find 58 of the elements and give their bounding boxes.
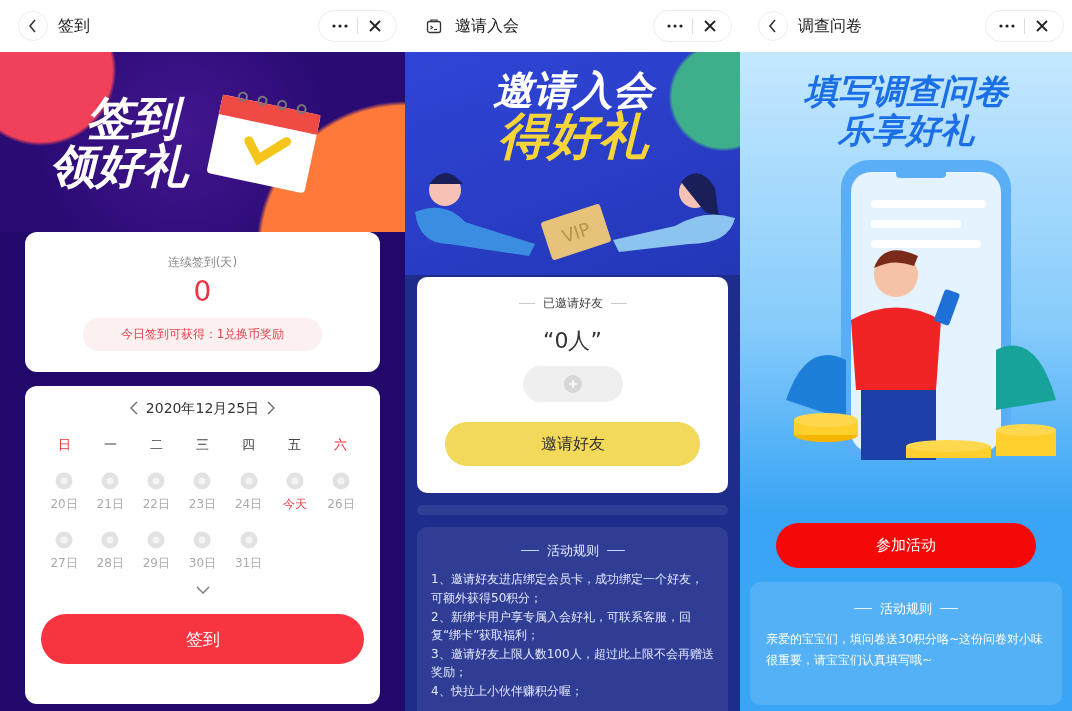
- day-label: 27日: [50, 555, 78, 572]
- rule-text: 1、邀请好友进店绑定会员卡，成功绑定一个好友，可额外获得50积分；: [431, 571, 704, 607]
- close-icon: [1036, 20, 1048, 32]
- bag-icon: [426, 18, 442, 34]
- back-icon: [28, 19, 38, 33]
- page-title: 签到: [58, 15, 91, 37]
- calendar-date: 2020年12月25日: [145, 400, 260, 418]
- join-button[interactable]: 参加活动: [776, 523, 1036, 568]
- day-label: 22日: [142, 496, 170, 513]
- more-icon: [332, 24, 348, 28]
- banner-title: 领好礼: [50, 142, 188, 191]
- plus-icon: [563, 375, 582, 393]
- weekday-label: 三: [196, 436, 209, 454]
- rule-text: 4、快拉上小伙伴赚积分喔；: [431, 682, 584, 700]
- day-label: 29日: [142, 555, 170, 572]
- streak-count: 0: [193, 274, 212, 308]
- day-label: 21日: [96, 496, 124, 513]
- day-label: 31日: [235, 555, 263, 572]
- chevron-left-icon: [129, 400, 138, 415]
- rule-text: 3、邀请好友上限人数100人，超过此上限不会再赠送奖励；: [431, 645, 714, 682]
- close-icon: [704, 20, 716, 32]
- page-title: 调查问卷: [798, 15, 863, 37]
- more-icon: [667, 24, 683, 28]
- page-title: 邀请入会: [455, 15, 520, 37]
- close-icon: [369, 20, 381, 32]
- day-label: 24日: [235, 496, 263, 513]
- rules-title: 活动规则: [546, 542, 599, 560]
- weekday-label: 六: [334, 436, 348, 454]
- banner-title: 得好礼: [497, 110, 648, 163]
- rule-text: 2、新绑卡用户享专属入会好礼，可联系客服，回复“绑卡”获取福利；: [431, 608, 692, 645]
- day-label: 今天: [282, 496, 307, 513]
- chevron-right-icon: [267, 400, 276, 415]
- banner-title: 乐享好礼: [838, 111, 974, 151]
- sign-in-button[interactable]: 签到: [41, 614, 364, 664]
- weekday-label: 五: [288, 436, 302, 454]
- day-label: 23日: [188, 496, 217, 513]
- banner-title: 填写调查问卷: [804, 72, 1008, 112]
- back-button[interactable]: [758, 11, 788, 41]
- weekday-label: 二: [149, 436, 163, 454]
- more-icon: [999, 24, 1015, 28]
- day-label: 26日: [327, 496, 355, 513]
- reward-note: 今日签到可获得：1兑换币奖励: [82, 317, 323, 351]
- day-label: 20日: [50, 496, 78, 513]
- back-button[interactable]: [18, 11, 48, 41]
- rules-title: 活动规则: [880, 600, 932, 618]
- rules-text: 亲爱的宝宝们，填问卷送30积分咯~这份问卷对小味很重要，请宝宝们认真填写哦~: [766, 631, 1045, 669]
- invite-button[interactable]: 邀请好友: [445, 422, 700, 466]
- day-label: 28日: [96, 555, 124, 572]
- banner-title: 签到: [50, 93, 188, 142]
- back-icon: [768, 19, 778, 33]
- invited-label: 已邀请好友: [542, 295, 603, 312]
- streak-label: 连续签到(天): [167, 253, 238, 271]
- weekday-label: 四: [242, 436, 256, 454]
- weekday-label: 一: [103, 436, 117, 454]
- day-label: 30日: [188, 555, 217, 572]
- weekday-label: 日: [57, 436, 71, 454]
- chevron-down-icon[interactable]: [195, 586, 210, 594]
- invited-count: “0人”: [543, 327, 602, 355]
